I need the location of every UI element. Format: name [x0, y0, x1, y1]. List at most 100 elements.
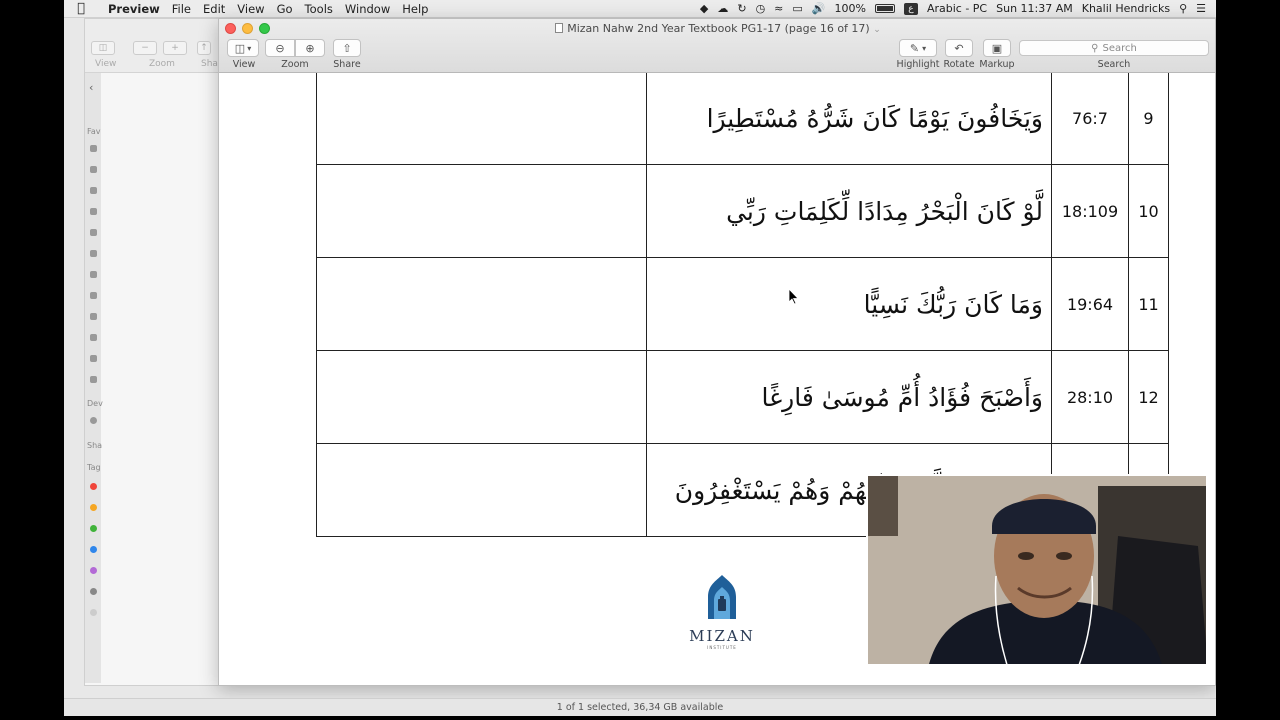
menu-tools[interactable]: Tools: [303, 2, 343, 16]
sidebar-item-icon[interactable]: [90, 376, 97, 383]
finder-sidebar: ‹ Fav Dev Sha Tag: [85, 73, 103, 683]
sidebar-item-icon[interactable]: [90, 271, 97, 278]
disk-icon[interactable]: [90, 417, 97, 424]
zoom-in-button[interactable]: ⊕: [295, 39, 325, 57]
rotate-button[interactable]: ↶: [945, 39, 973, 57]
sidebar-item-icon[interactable]: [90, 334, 97, 341]
notification-center-icon[interactable]: ☰: [1196, 2, 1206, 15]
title-chevron-icon[interactable]: ⌄: [873, 25, 881, 35]
view-button[interactable]: ◫ ▾: [227, 39, 259, 57]
input-source-icon[interactable]: ع: [903, 2, 918, 15]
menu-bar:  Preview File Edit View Go Tools Window…: [64, 0, 1216, 18]
sidebar-icon: ◫: [234, 41, 246, 55]
user-name[interactable]: Khalil Hendricks: [1082, 2, 1170, 15]
cloud-icon[interactable]: ☁: [717, 2, 728, 15]
bg-zoom-out-button[interactable]: −: [133, 41, 157, 55]
volume-icon[interactable]: 🔊: [812, 2, 826, 15]
bg-share-button[interactable]: ↑: [197, 41, 211, 55]
menu-file[interactable]: File: [170, 2, 201, 16]
presenter-video-icon: [868, 476, 1206, 664]
sidebar-item-icon[interactable]: [90, 313, 97, 320]
chevron-down-icon: ▾: [922, 43, 927, 53]
tag-all-icon[interactable]: [90, 609, 97, 616]
arabic-verse-cell: وَأَصْبَحَ فُؤَادُ أُمِّ مُوسَىٰ فَارِغً…: [646, 350, 1052, 444]
status-menus: ◆ ☁ ↻ ◷ ≈ ▭ 🔊 100% ع Arabic - PC Sun 11:…: [700, 2, 1216, 15]
tag-green-icon[interactable]: [90, 525, 97, 532]
rotate-label: Rotate: [943, 59, 975, 70]
highlight-button[interactable]: ✎ ▾: [899, 39, 937, 57]
bg-view-button[interactable]: ◫: [91, 41, 115, 55]
zoom-out-icon: ⊖: [275, 41, 285, 55]
sidebar-item-icon[interactable]: [90, 166, 97, 173]
verse-reference-cell: 19:64: [1051, 257, 1129, 351]
tag-purple-icon[interactable]: [90, 567, 97, 574]
menu-edit[interactable]: Edit: [201, 2, 235, 16]
tag-orange-icon[interactable]: [90, 504, 97, 511]
table-row: لَّوْ كَانَ الْبَحْرُ مِدَادًا لِّكَلِمَ…: [316, 164, 1169, 258]
menu-preview[interactable]: Preview: [98, 2, 170, 16]
sidebar-tags-label: Tag: [87, 463, 101, 472]
sync-icon[interactable]: ↻: [737, 2, 746, 15]
share-button[interactable]: ⇧: [333, 39, 361, 57]
bg-zoom-in-button[interactable]: +: [163, 41, 187, 55]
menu-window[interactable]: Window: [343, 2, 400, 16]
battery-icon[interactable]: [874, 4, 895, 13]
markup-button[interactable]: ▣: [983, 39, 1011, 57]
sidebar-item-icon[interactable]: [90, 208, 97, 215]
rotate-icon: ↶: [954, 41, 964, 55]
row-number-cell: 12: [1128, 350, 1169, 444]
wifi-icon[interactable]: ≈: [774, 2, 783, 15]
sidebar-favorites-label: Fav: [87, 127, 101, 136]
zoom-out-button[interactable]: ⊖: [265, 39, 295, 57]
timemachine-icon[interactable]: ◷: [756, 2, 766, 15]
view-label: View: [232, 59, 256, 70]
table-row: وَيَخَافُونَ يَوْمًا كَانَ شَرُّهُ مُسْت…: [316, 73, 1169, 165]
sidebar-item-icon[interactable]: [90, 292, 97, 299]
input-source-label[interactable]: Arabic - PC: [927, 2, 987, 15]
spotlight-search-icon[interactable]: ⚲: [1179, 2, 1187, 15]
screen-bottom-edge: [64, 716, 1216, 720]
markup-label: Markup: [979, 59, 1015, 70]
window-title: Mizan Nahw 2nd Year Textbook PG1-17 (pag…: [219, 22, 1215, 35]
arabic-verse-cell: وَمَا كَانَ رَبُّكَ نَسِيًّا: [646, 257, 1052, 351]
back-icon[interactable]: ‹: [89, 81, 93, 94]
tag-red-icon[interactable]: [90, 483, 97, 490]
search-label: Search: [1097, 59, 1131, 70]
menu-go[interactable]: Go: [275, 2, 303, 16]
webcam-video-overlay: [866, 474, 1208, 666]
battery-percent[interactable]: 100%: [835, 2, 866, 15]
row-number-cell: 9: [1128, 73, 1169, 165]
sidebar-item-icon[interactable]: [90, 355, 97, 362]
arabic-verse-cell: لَّوْ كَانَ الْبَحْرُ مِدَادًا لِّكَلِمَ…: [646, 164, 1052, 258]
row-number-cell: 11: [1128, 257, 1169, 351]
sidebar-item-icon[interactable]: [90, 250, 97, 257]
table-row: وَأَصْبَحَ فُؤَادُ أُمِّ مُوسَىٰ فَارِغً…: [316, 350, 1169, 444]
bg-view-label: View: [95, 59, 117, 69]
menu-help[interactable]: Help: [400, 2, 438, 16]
exercise-table: وَيَخَافُونَ يَوْمًا كَانَ شَرُّهُ مُسْت…: [316, 73, 1169, 537]
sidebar-item-icon[interactable]: [90, 229, 97, 236]
sidebar-item-icon[interactable]: [90, 187, 97, 194]
airplay-icon[interactable]: ▭: [792, 2, 802, 15]
verse-reference-cell: 18:109: [1051, 164, 1129, 258]
search-placeholder: Search: [1102, 42, 1137, 54]
mizan-logo: MIZAN INSTITUTE: [685, 573, 759, 650]
arabic-verse-cell: وَيَخَافُونَ يَوْمًا كَانَ شَرُّهُ مُسْت…: [646, 73, 1052, 165]
zoom-in-icon: ⊕: [305, 41, 315, 55]
toolbox-icon: ▣: [991, 41, 1003, 55]
document-icon: [555, 23, 564, 33]
bg-share-label: Sha: [201, 59, 218, 69]
menu-view[interactable]: View: [235, 2, 274, 16]
sidebar-item-icon[interactable]: [90, 145, 97, 152]
apple-icon[interactable]: : [64, 1, 98, 16]
clock[interactable]: Sun 11:37 AM: [996, 2, 1073, 15]
search-input[interactable]: ⚲ Search: [1019, 40, 1209, 56]
highlight-pen-icon: ✎: [909, 41, 920, 55]
window-title-text: Mizan Nahw 2nd Year Textbook PG1-17 (pag…: [567, 22, 870, 35]
translation-cell: [316, 73, 647, 165]
dropbox-icon[interactable]: ◆: [700, 2, 708, 15]
status-bar: 1 of 1 selected, 36,34 GB available: [64, 698, 1216, 716]
tag-blue-icon[interactable]: [90, 546, 97, 553]
verse-reference-cell: 28:10: [1051, 350, 1129, 444]
tag-gray-icon[interactable]: [90, 588, 97, 595]
